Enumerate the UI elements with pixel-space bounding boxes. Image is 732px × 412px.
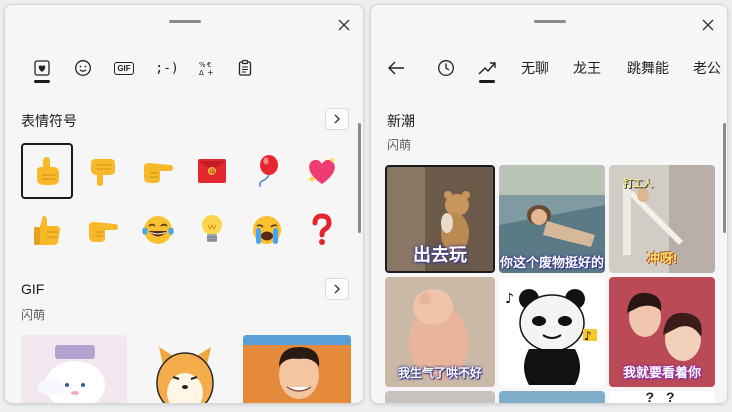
gif-baby-angry[interactable]: 我生气了哄不好: [385, 277, 495, 387]
drag-handle[interactable]: [169, 20, 201, 23]
gif-panda-meme[interactable]: ♪ ♪: [499, 277, 605, 387]
trending-icon: [478, 62, 496, 75]
tab-gif[interactable]: GIF: [109, 51, 139, 85]
gif-caption: 出去玩: [413, 245, 467, 265]
gif-thumbnail-cinnamoroll[interactable]: [21, 335, 127, 403]
symbols-icon: % €Δ +: [199, 61, 214, 77]
drag-handle[interactable]: [534, 20, 566, 23]
gif-caption: 冲呀!: [646, 251, 678, 266]
pointing-up-hand-icon: [37, 157, 59, 185]
scrollbar[interactable]: [358, 123, 361, 233]
gif-top-label: 打工人: [623, 179, 653, 190]
emoji-pointing-down[interactable]: [77, 143, 129, 199]
emoji-red-envelope[interactable]: 福: [186, 143, 238, 199]
tab-active-indicator: [34, 80, 50, 83]
gif-more-button[interactable]: [325, 278, 349, 300]
emoji-question-mark[interactable]: [296, 202, 348, 258]
pointing-down-hand-icon: [91, 159, 115, 186]
emoji-tears-of-joy[interactable]: [132, 202, 184, 258]
emoji-crying-face[interactable]: [241, 202, 293, 258]
sparkling-heart-icon: [307, 157, 335, 184]
tab-trending[interactable]: [472, 51, 502, 85]
smiley-icon: [75, 60, 91, 76]
light-bulb-icon: [202, 215, 222, 242]
gif-section-title: GIF: [21, 281, 45, 297]
gif-icon: GIF: [114, 61, 134, 75]
gif-worker-charge[interactable]: 打工人 冲呀!: [609, 165, 715, 273]
gif-bear-go-out[interactable]: 出去玩: [385, 165, 495, 273]
man-portrait-image: [243, 335, 351, 403]
svg-text:♪: ♪: [584, 329, 592, 343]
emoji-panel: GIF ;-) % € Δ + 表情符号 福 GIF 闪萌: [4, 4, 364, 404]
gif-section-title: 新潮: [387, 113, 415, 129]
pointing-right-hand-icon: [144, 163, 173, 183]
tab-smileys[interactable]: [68, 51, 98, 85]
gif-partial-1[interactable]: [385, 391, 495, 403]
red-balloon-icon: [259, 155, 278, 188]
tab-keyword-3[interactable]: 跳舞能: [621, 51, 675, 85]
tab-active-indicator: [479, 80, 495, 83]
gif-couple-look[interactable]: 我就要看着你: [609, 277, 715, 387]
tab-keyword-1[interactable]: 无聊: [515, 51, 555, 85]
emoji-pointing-right-2[interactable]: [77, 202, 129, 258]
panda-meme-image: ♪♪: [499, 277, 605, 387]
emoji-pointing-up[interactable]: [21, 143, 73, 199]
gif-section-source: 闪萌: [387, 138, 412, 152]
emoji-pointing-right[interactable]: [132, 143, 184, 199]
tab-clipboard[interactable]: [230, 51, 260, 85]
tab-favorites[interactable]: [27, 51, 57, 85]
tab-symbols[interactable]: % € Δ +: [192, 51, 222, 85]
tab-kaomoji[interactable]: ;-): [150, 51, 184, 85]
gif-kid-useless[interactable]: 你这个废物挺好的: [499, 165, 605, 273]
gif-thumbnail-shiba[interactable]: [133, 335, 237, 403]
thumbs-up-icon: [34, 215, 60, 245]
svg-text:%: %: [199, 61, 206, 69]
emoji-section-title: 表情符号: [21, 113, 77, 129]
cinnamoroll-image: [21, 335, 127, 403]
category-tabs: GIF ;-) % € Δ +: [5, 51, 363, 91]
gif-partial-text: ? ?: [645, 391, 679, 404]
close-button[interactable]: [695, 12, 721, 38]
tab-keyword-2[interactable]: 龙王: [567, 51, 607, 85]
clipboard-icon: [238, 59, 252, 76]
chevron-right-icon: [334, 284, 340, 294]
svg-text:+: +: [207, 68, 214, 77]
gif-partial-3[interactable]: ? ?: [609, 391, 715, 404]
tab-recent[interactable]: [431, 51, 461, 85]
tab-keyword-4[interactable]: 老公: [687, 51, 727, 85]
pointing-right-hand-2-icon: [89, 222, 118, 242]
kaomoji-icon: ;-): [155, 60, 179, 76]
clock-icon: [438, 60, 454, 76]
emoji-thumbs-up[interactable]: [21, 202, 73, 258]
gif-caption: 我就要看着你: [622, 365, 701, 380]
svg-text:Δ: Δ: [199, 69, 204, 77]
emoji-sparkling-heart[interactable]: [296, 143, 348, 199]
gif-panel: 无聊 龙王 跳舞能 老公 新潮 闪萌 出去玩 你这个废物挺好的 打工人 冲呀! …: [370, 4, 728, 404]
arrow-left-icon: [388, 61, 404, 75]
emoji-balloon[interactable]: [241, 143, 293, 199]
gif-thumbnail-man[interactable]: [243, 335, 351, 403]
question-mark-icon: [312, 213, 332, 245]
svg-text:福: 福: [209, 168, 215, 176]
chevron-right-icon: [334, 114, 340, 124]
scrollbar[interactable]: [723, 123, 726, 233]
gif-caption: 我生气了哄不好: [397, 366, 482, 380]
close-icon: [702, 19, 714, 31]
shiba-dog-image: [156, 347, 214, 403]
red-envelope-icon: 福: [198, 159, 226, 183]
emoji-light-bulb[interactable]: [186, 202, 238, 258]
gif-category-tabs: 无聊 龙王 跳舞能 老公: [371, 51, 727, 91]
back-button[interactable]: [381, 51, 411, 85]
gif-section-source: 闪萌: [21, 308, 46, 322]
tears-of-joy-face-icon: [142, 216, 174, 244]
emoji-more-button[interactable]: [325, 108, 349, 130]
close-button[interactable]: [331, 12, 357, 38]
close-icon: [338, 19, 350, 31]
gif-caption: 你这个废物挺好的: [499, 255, 604, 270]
svg-text:♪: ♪: [505, 291, 514, 307]
emoji-favorites-icon: [34, 60, 50, 76]
crying-face-icon: [253, 216, 281, 244]
gif-partial-2[interactable]: [499, 391, 605, 403]
